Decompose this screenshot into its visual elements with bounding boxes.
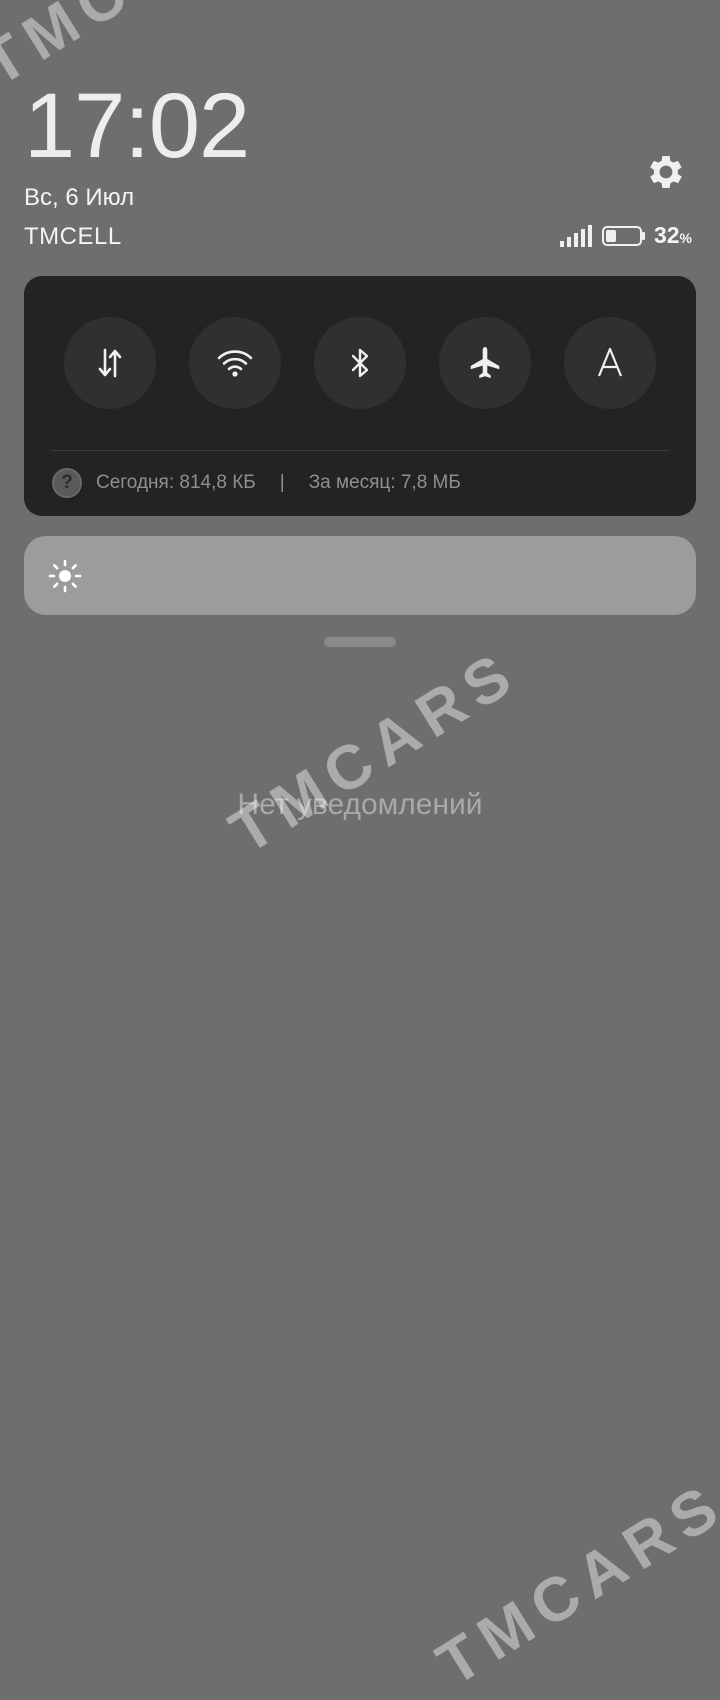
quick-settings-panel: ? Сегодня: 814,8 КБ | За месяц: 7,8 МБ <box>24 276 696 516</box>
sun-icon <box>48 559 82 593</box>
data-arrows-icon <box>98 348 122 378</box>
gear-icon <box>650 156 682 188</box>
usage-separator: | <box>279 472 285 493</box>
toggle-mobile-data[interactable] <box>64 317 156 409</box>
brightness-slider[interactable] <box>24 536 696 615</box>
wifi-icon <box>217 350 253 377</box>
status-icons: 32% <box>559 222 692 249</box>
airplane-icon <box>470 347 500 378</box>
letter-a-icon <box>597 347 623 377</box>
toggle-auto-brightness[interactable] <box>564 317 656 409</box>
settings-button[interactable] <box>644 150 688 194</box>
signal-icon <box>559 224 592 247</box>
data-usage: ? Сегодня: 814,8 КБ | За месяц: 7,8 МБ <box>52 468 461 498</box>
toggle-airplane-mode[interactable] <box>439 317 531 409</box>
usage-today: Сегодня: 814,8 КБ <box>96 472 256 493</box>
carrier-label: TMCELL <box>24 223 122 250</box>
battery-icon <box>601 225 645 246</box>
panel-divider <box>50 450 670 451</box>
date-label: Вс, 6 Июл <box>24 184 135 211</box>
quick-toggles <box>64 317 656 409</box>
battery-percent: 32% <box>653 222 692 248</box>
clock: 17:02 <box>24 75 250 177</box>
toggle-wifi[interactable] <box>189 317 281 409</box>
toggle-bluetooth[interactable] <box>314 317 406 409</box>
help-icon[interactable]: ? <box>52 468 82 498</box>
bluetooth-icon <box>351 348 369 378</box>
drag-handle[interactable] <box>324 637 396 647</box>
usage-month: За месяц: 7,8 МБ <box>308 472 461 493</box>
watermark: TMCARS <box>425 1468 720 1700</box>
watermark: TMCARS <box>218 636 531 868</box>
